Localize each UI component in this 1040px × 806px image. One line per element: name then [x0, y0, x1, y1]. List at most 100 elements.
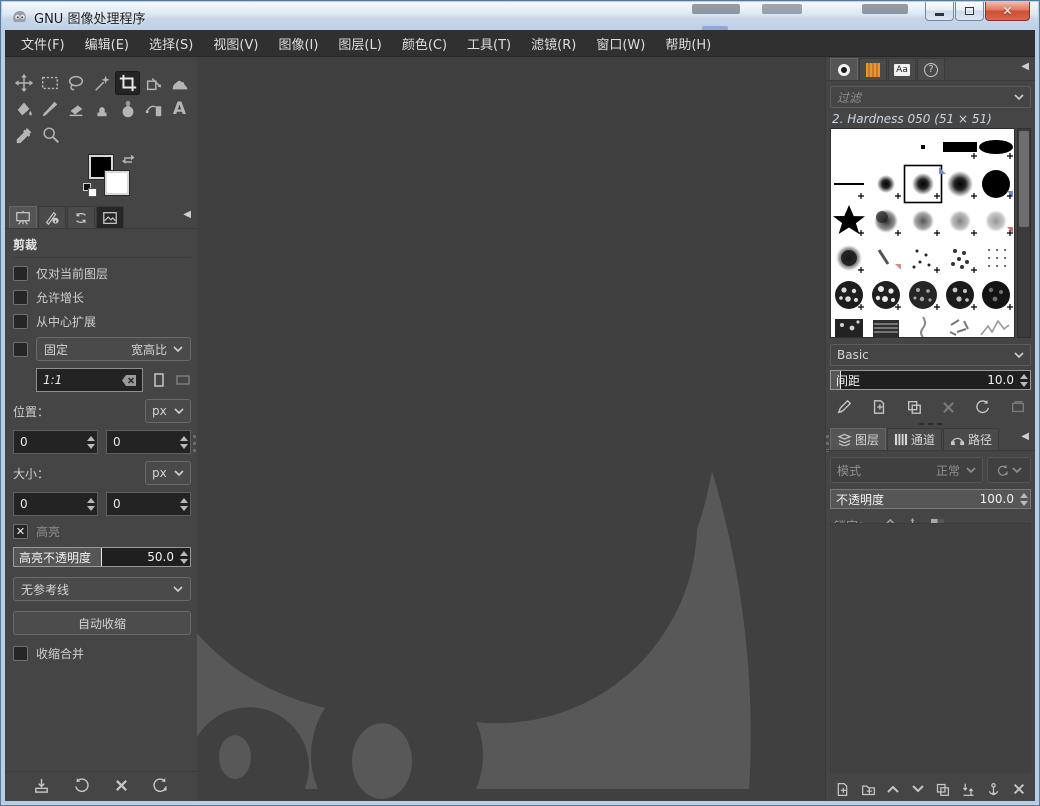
tab-device-status[interactable] [38, 206, 66, 228]
aspect-ratio-input[interactable]: 1:1 [36, 368, 143, 392]
menu-colors[interactable]: 颜色(C) [392, 29, 457, 58]
tab-layers[interactable]: 图层 [830, 428, 887, 450]
tab-fonts[interactable]: Aa [888, 58, 916, 80]
fuzzy-select-tool[interactable] [89, 71, 114, 95]
tab-help[interactable]: ? [917, 58, 945, 80]
save-tool-preset-button[interactable] [33, 777, 50, 794]
default-colors-button[interactable] [83, 183, 97, 197]
menu-view[interactable]: 视图(V) [203, 29, 268, 58]
brush-tag-dropdown[interactable]: Basic [830, 344, 1031, 366]
layers-dock-collapse-icon[interactable]: ◀ [1021, 431, 1029, 442]
menu-help[interactable]: 帮助(H) [655, 29, 721, 58]
menu-windows[interactable]: 窗口(W) [586, 29, 655, 58]
crop-tool[interactable] [115, 71, 140, 95]
spinner[interactable] [177, 497, 190, 511]
warp-transform-tool[interactable] [167, 71, 192, 95]
auto-shrink-button[interactable]: 自动收缩 [13, 611, 191, 635]
rectangle-select-tool[interactable] [37, 71, 62, 95]
layers-list[interactable] [830, 523, 1031, 773]
checkbox[interactable] [13, 290, 28, 305]
clear-input-icon[interactable] [122, 374, 136, 386]
new-layer-button[interactable] [835, 782, 850, 797]
dock-splitter[interactable] [826, 420, 1035, 427]
unified-transform-tool[interactable] [141, 71, 166, 95]
blend-space-button[interactable] [987, 457, 1031, 483]
close-button[interactable]: ✕ [985, 2, 1030, 21]
tab-tool-options[interactable] [9, 206, 37, 228]
highlight-checkbox[interactable]: ✕ [13, 524, 28, 539]
anchor-layer-button[interactable] [986, 782, 1001, 797]
shrink-merged-option[interactable]: 收缩合并 [13, 645, 191, 662]
left-dock-collapse-icon[interactable]: ◀ [183, 209, 191, 220]
spinner[interactable] [177, 435, 190, 449]
size-width-spinbox[interactable]: 0 [13, 492, 98, 516]
tab-channels[interactable]: 通道 [887, 428, 943, 450]
brushes-dock-collapse-icon[interactable]: ◀ [1021, 61, 1029, 72]
spinner[interactable] [84, 435, 97, 449]
delete-brush-button[interactable] [941, 400, 956, 415]
move-tool[interactable] [11, 71, 36, 95]
brush-spacing-slider[interactable]: 间距 10.0 [830, 370, 1031, 390]
new-layer-group-button[interactable] [861, 782, 876, 797]
tab-paths[interactable]: 路径 [943, 428, 1000, 450]
tab-images[interactable] [96, 206, 124, 228]
landscape-orientation-button[interactable] [175, 372, 191, 388]
menu-image[interactable]: 图像(I) [268, 29, 328, 58]
portrait-orientation-button[interactable] [151, 372, 167, 388]
bucket-fill-tool[interactable] [11, 97, 36, 121]
size-unit-dropdown[interactable]: px [145, 461, 191, 485]
title-bar[interactable]: GNU 图像处理程序 ✕ [2, 2, 1038, 31]
zoom-tool[interactable] [38, 123, 64, 147]
menu-filters[interactable]: 滤镜(R) [521, 29, 586, 58]
current-layer-only-option[interactable]: 仅对当前图层 [13, 265, 191, 282]
spinner[interactable] [1017, 373, 1030, 387]
checkbox[interactable] [13, 646, 28, 661]
spinner[interactable] [84, 497, 97, 511]
menu-layer[interactable]: 图层(L) [328, 29, 391, 58]
allow-growing-option[interactable]: 允许增长 [13, 289, 191, 306]
brush-filter-entry[interactable]: 过滤 [830, 86, 1031, 108]
menu-file[interactable]: 文件(F) [11, 29, 75, 58]
reset-tool-options-button[interactable] [152, 777, 169, 794]
spinner[interactable] [177, 550, 190, 564]
layer-opacity-slider[interactable]: 不透明度 100.0 [830, 489, 1031, 509]
merge-down-button[interactable] [961, 782, 976, 797]
size-height-spinbox[interactable]: 0 [106, 492, 191, 516]
position-unit-dropdown[interactable]: px [145, 399, 191, 423]
free-select-tool[interactable] [63, 71, 88, 95]
tab-patterns[interactable] [859, 58, 887, 80]
text-tool[interactable]: A [167, 97, 192, 121]
restore-tool-preset-button[interactable] [73, 777, 90, 794]
open-brush-as-image-button[interactable] [1010, 399, 1026, 415]
checkbox[interactable] [13, 266, 28, 281]
tab-undo-history[interactable] [67, 206, 95, 228]
expand-from-center-option[interactable]: 从中心扩展 [13, 313, 191, 330]
raise-layer-button[interactable] [886, 783, 900, 795]
duplicate-brush-button[interactable] [906, 399, 922, 415]
tab-brushes[interactable] [830, 58, 858, 80]
duplicate-layer-button[interactable] [935, 782, 950, 797]
swap-colors-icon[interactable] [121, 153, 137, 167]
scrollbar-thumb[interactable] [1019, 131, 1029, 227]
position-x-spinbox[interactable]: 0 [13, 430, 98, 454]
background-color-swatch[interactable] [105, 171, 129, 195]
menu-tools[interactable]: 工具(T) [457, 29, 521, 58]
checkbox[interactable] [13, 314, 28, 329]
position-y-spinbox[interactable]: 0 [106, 430, 191, 454]
canvas-area[interactable] [197, 57, 827, 801]
delete-layer-button[interactable] [1012, 782, 1026, 796]
new-brush-button[interactable] [871, 399, 887, 415]
spinner[interactable] [1017, 492, 1030, 506]
edit-brush-button[interactable] [836, 399, 852, 415]
airbrush-tool[interactable] [141, 97, 166, 121]
highlight-option[interactable]: ✕ 高亮 [13, 523, 191, 540]
fixed-checkbox[interactable] [13, 341, 28, 357]
brush-scrollbar[interactable] [1017, 128, 1031, 338]
guides-dropdown[interactable]: 无参考线 [13, 577, 191, 601]
brush-grid[interactable] [830, 128, 1015, 338]
menu-select[interactable]: 选择(S) [139, 29, 203, 58]
paintbrush-tool[interactable] [37, 97, 62, 121]
smudge-tool[interactable] [115, 97, 140, 121]
menu-edit[interactable]: 编辑(E) [75, 29, 139, 58]
lower-layer-button[interactable] [911, 783, 925, 795]
